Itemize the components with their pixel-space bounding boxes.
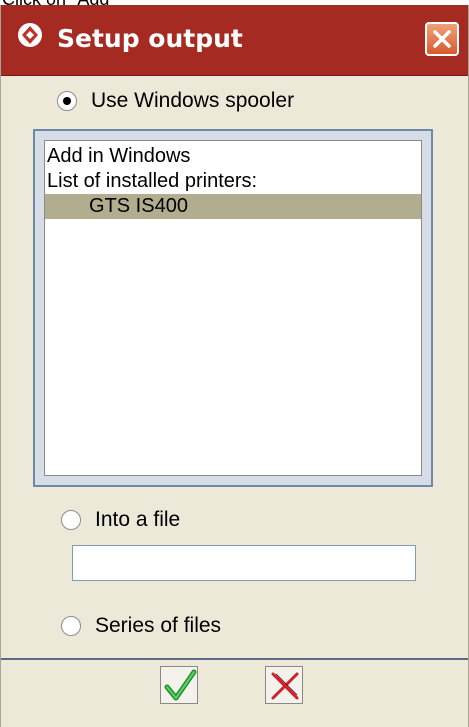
app-logo-icon (18, 23, 42, 47)
cancel-button[interactable] (265, 666, 303, 704)
printer-list-content[interactable]: Add in Windows List of installed printer… (44, 140, 422, 476)
series-radio[interactable] (61, 616, 81, 636)
close-icon (433, 30, 451, 48)
option-series-of-files[interactable]: Series of files (61, 611, 221, 641)
check-icon (164, 669, 197, 701)
footer-divider (1, 658, 468, 660)
series-label: Series of files (95, 614, 222, 637)
file-path-input[interactable] (72, 545, 416, 581)
list-item-add-in-windows[interactable]: Add in Windows (45, 144, 421, 169)
x-icon (271, 672, 299, 700)
printer-list[interactable]: Add in Windows List of installed printer… (33, 129, 433, 487)
spooler-radio[interactable] (57, 91, 77, 111)
window-title: Setup output (57, 24, 243, 53)
file-radio[interactable] (61, 510, 81, 530)
ok-button[interactable] (160, 666, 198, 704)
option-into-file[interactable]: Into a file (61, 505, 180, 535)
list-item-heading: List of installed printers: (47, 170, 258, 192)
file-label: Into a file (95, 508, 181, 531)
spooler-label: Use Windows spooler (91, 89, 295, 112)
setup-output-dialog: Setup output Use Windows spooler Add in … (0, 5, 469, 727)
screenshot: Click on "Add" Setup output Use Windows … (0, 0, 469, 727)
title-bar[interactable]: Setup output (1, 5, 468, 76)
list-item-printer[interactable]: GTS IS400 (45, 194, 421, 219)
option-windows-spooler[interactable]: Use Windows spooler (57, 86, 294, 116)
close-button[interactable] (425, 22, 459, 56)
